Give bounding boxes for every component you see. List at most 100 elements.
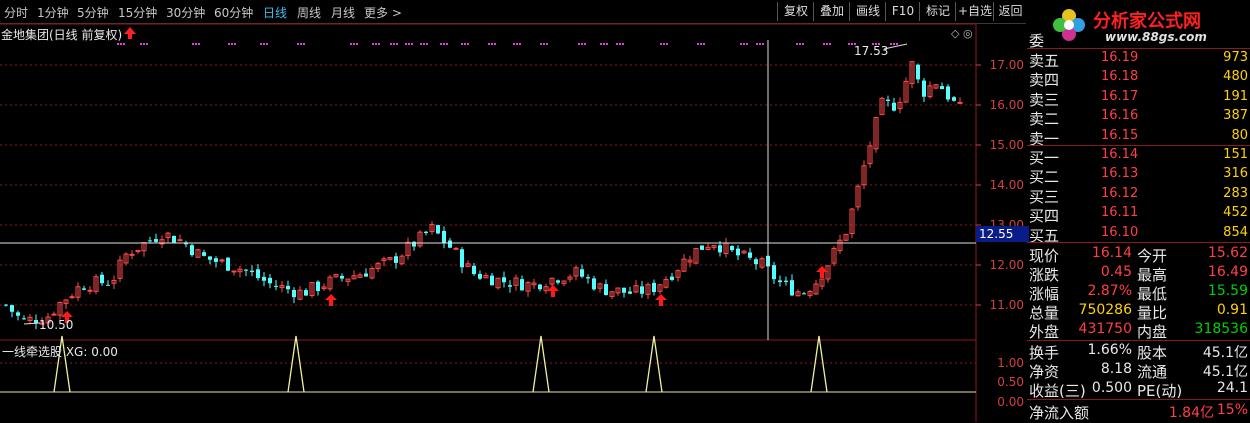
xg-spike — [532, 335, 550, 393]
value-jingliuru: 1.84亿 — [1168, 405, 1214, 421]
value-jingzi: 8.18 — [1100, 361, 1132, 377]
signal-dot — [411, 43, 413, 45]
candle-body — [652, 282, 656, 293]
bids-4-price: 16.11 — [1101, 205, 1139, 221]
value-shouyi: 0.500 — [1091, 380, 1132, 396]
bids-4-label: 买四 — [1029, 207, 1060, 226]
value-jinkai: 15.62 — [1207, 245, 1248, 261]
kline-chart[interactable] — [0, 0, 1026, 422]
signal-dot — [390, 43, 392, 45]
low-marker: 10.50 — [39, 318, 74, 332]
candle-body — [718, 245, 722, 253]
signal-dot — [461, 43, 463, 45]
ind-axis-1: 1.00 — [997, 356, 1024, 370]
signal-dot — [516, 43, 518, 45]
candle-body — [436, 225, 440, 234]
candle-body — [790, 280, 794, 296]
signal-dot — [619, 43, 621, 45]
asks-5-price: 16.15 — [1101, 127, 1139, 143]
asks-1-price: 16.19 — [1101, 50, 1139, 65]
candle-body — [424, 231, 428, 234]
signal-dot — [826, 43, 828, 45]
candle-body — [292, 290, 296, 298]
candle-body — [886, 99, 890, 101]
candle-body — [226, 257, 230, 271]
value-zhangfu: 2.87% — [1087, 283, 1132, 299]
signal-dot — [700, 43, 702, 45]
value-zuidi: 15.59 — [1207, 283, 1248, 299]
ind-axis-05: 0.50 — [997, 375, 1024, 389]
label-guben: 股本 — [1137, 344, 1168, 362]
bids-3-vol: 283 — [1223, 185, 1248, 201]
candle-body — [394, 256, 398, 263]
candle-body — [580, 269, 584, 277]
asks-3-price: 16.17 — [1101, 88, 1139, 104]
candle-body — [490, 275, 494, 286]
signal-dot — [350, 43, 352, 45]
axis-tick-17: 17.00 — [989, 58, 1024, 72]
buy-signal-arrow-icon — [547, 285, 559, 297]
candle-body — [586, 277, 590, 279]
signal-dot — [393, 43, 395, 45]
signal-dot — [198, 43, 200, 45]
signal-dot — [446, 43, 448, 45]
candle-body — [202, 252, 206, 256]
logo: 分析家公式网 www.88gs.com — [1051, 5, 1250, 45]
signal-dot — [603, 43, 605, 45]
signal-dot — [519, 43, 521, 45]
candle-body — [502, 277, 506, 283]
signal-dot — [375, 43, 377, 45]
asks-5-vol: 80 — [1231, 127, 1248, 143]
candle-body — [129, 253, 135, 256]
signal-dot — [491, 43, 493, 45]
signal-dot — [802, 43, 804, 45]
bids-5-vol: 854 — [1223, 224, 1248, 240]
asks-2-label: 卖四 — [1029, 71, 1060, 90]
candle-body — [940, 86, 944, 90]
signal-dot — [408, 43, 410, 45]
signal-dot — [231, 43, 233, 45]
label-zongliang: 总量 — [1029, 304, 1060, 322]
bids-2-label: 买二 — [1029, 168, 1060, 187]
signal-dot — [660, 43, 662, 45]
signal-dot — [140, 43, 142, 45]
candle-body — [478, 273, 482, 279]
label-jingzi: 净资 — [1029, 363, 1060, 381]
candle-body — [754, 259, 758, 265]
signal-dot — [799, 43, 801, 45]
signal-dot — [234, 43, 236, 45]
signal-dot — [300, 43, 302, 45]
candle-body — [286, 285, 290, 290]
axis-tick-12: 12.00 — [989, 258, 1024, 272]
signal-dot — [697, 43, 699, 45]
signal-dot — [488, 43, 490, 45]
signal-dot — [464, 43, 466, 45]
signal-dot — [228, 43, 230, 45]
candle-body — [244, 269, 248, 271]
signal-dot — [143, 43, 145, 45]
bids-1-price: 16.14 — [1101, 147, 1139, 162]
signal-dot — [829, 43, 831, 45]
asks-3-vol: 191 — [1223, 88, 1248, 104]
signal-dot — [297, 43, 299, 45]
candle-body — [87, 289, 93, 292]
candle-body — [670, 276, 674, 280]
high-marker: 17.53 — [854, 44, 889, 58]
candle-body — [316, 281, 320, 292]
candle-body — [10, 305, 14, 312]
label-liutong: 流通 — [1137, 363, 1168, 381]
label-xianjia: 现价 — [1029, 247, 1060, 265]
bids-4-vol: 452 — [1223, 205, 1248, 221]
signal-dot — [851, 43, 853, 45]
candle-body — [172, 235, 176, 243]
signal-dot — [303, 43, 305, 45]
candle-body — [16, 312, 20, 316]
label-pe: PE(动) — [1137, 382, 1183, 400]
label-huanshou: 换手 — [1029, 344, 1060, 362]
candle-body — [208, 256, 212, 260]
candle-body — [231, 270, 237, 273]
signal-dot — [260, 43, 262, 45]
xg-spike — [287, 335, 305, 393]
signal-dot — [796, 43, 798, 45]
candle-body — [472, 265, 476, 275]
